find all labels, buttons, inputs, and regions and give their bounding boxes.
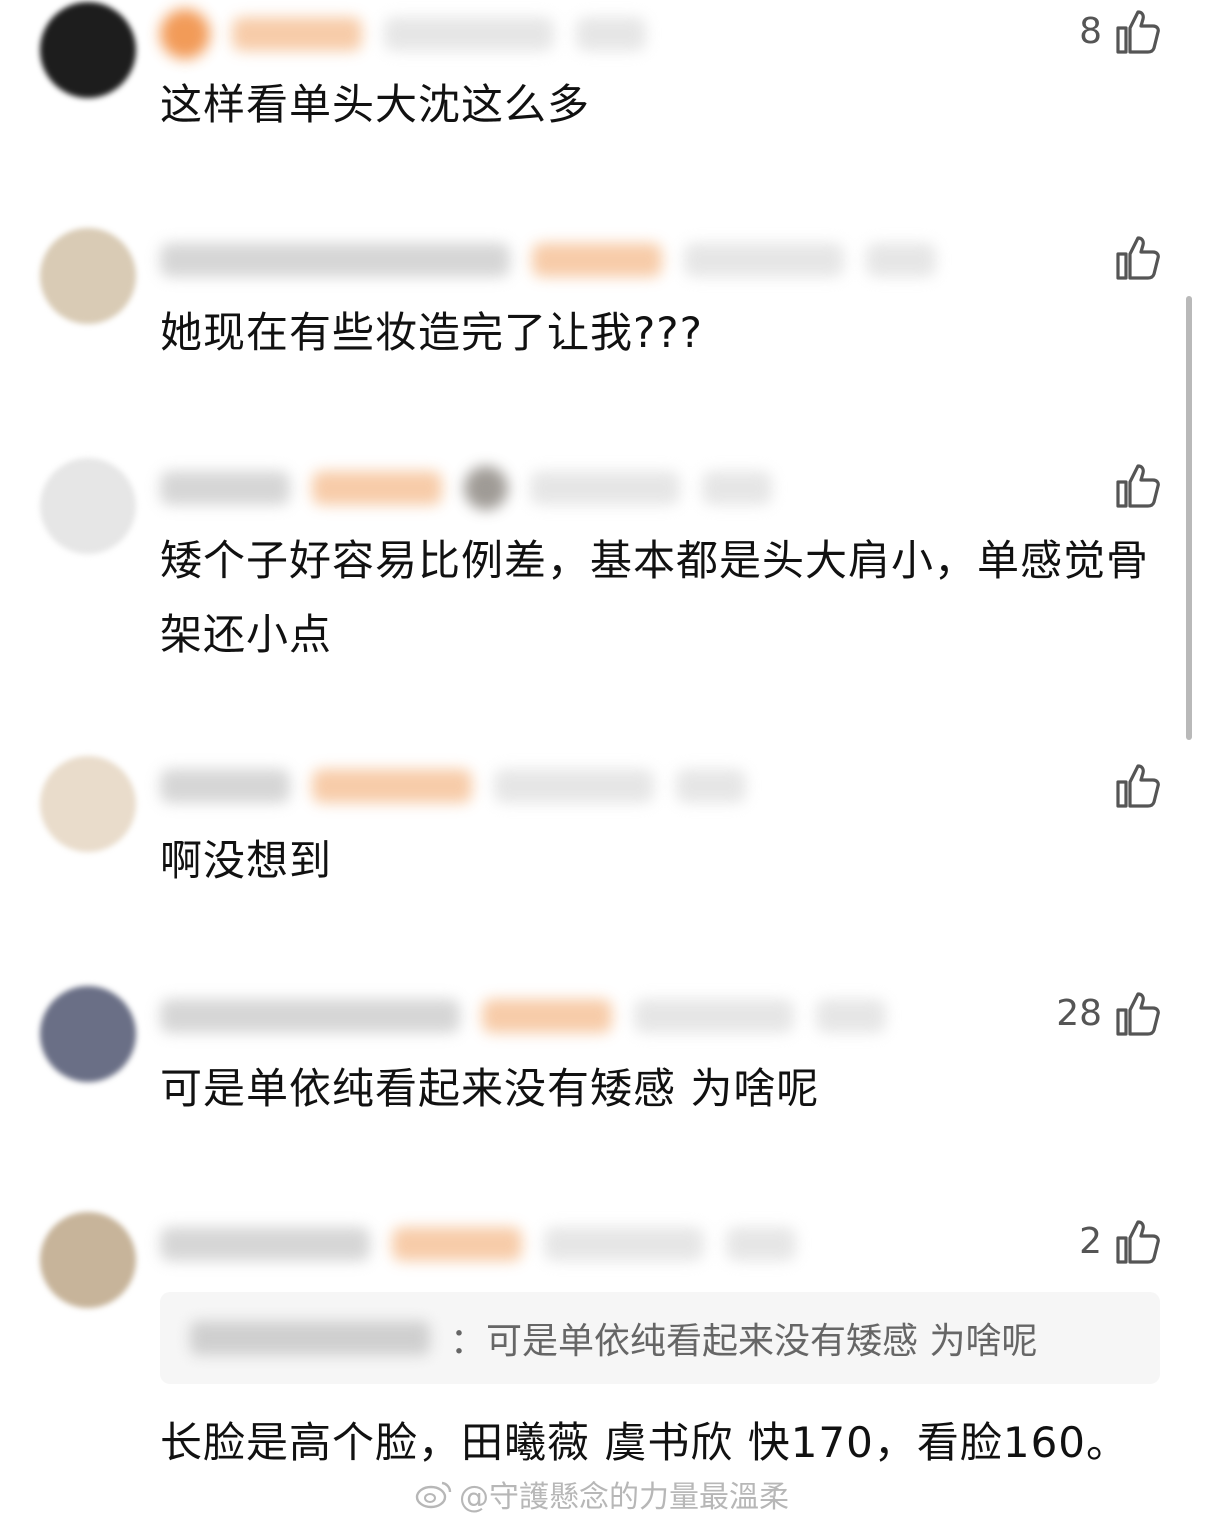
timestamp-blurred <box>544 1227 704 1261</box>
comment-meta <box>160 466 772 510</box>
avatar[interactable] <box>40 228 136 324</box>
thumbs-up-icon <box>1116 236 1160 280</box>
comment-meta <box>160 996 886 1036</box>
timestamp-blurred <box>634 999 794 1033</box>
weibo-logo-icon <box>415 1481 452 1509</box>
like-button[interactable]: 28 <box>1056 990 1162 1038</box>
like-button[interactable] <box>1102 234 1162 282</box>
thumbs-up-icon <box>1116 764 1160 808</box>
location-blurred <box>576 17 646 51</box>
quoted-username-blurred <box>190 1321 430 1355</box>
like-count: 2 <box>1079 1221 1102 1262</box>
badge-image-blurred <box>464 466 508 510</box>
comment-text: 可是单依纯看起来没有矮感 为啥呢 <box>160 1064 820 1113</box>
location-blurred <box>816 999 886 1033</box>
like-count: 28 <box>1056 993 1102 1034</box>
comment-meta <box>160 766 746 806</box>
username-blurred[interactable] <box>160 243 510 277</box>
badge-blurred <box>532 243 662 277</box>
watermark: @守護懸念的力量最溫柔 <box>415 1472 789 1516</box>
like-count: 8 <box>1079 11 1102 52</box>
comment-text: 矮个子好容易比例差，基本都是头大肩小，单感觉骨架还小点 <box>160 536 1150 659</box>
username-blurred[interactable] <box>160 999 460 1033</box>
username-blurred[interactable] <box>232 17 362 51</box>
avatar[interactable] <box>40 1212 136 1308</box>
badge-blurred <box>392 1227 522 1261</box>
like-button[interactable]: 8 <box>1079 8 1162 56</box>
like-button[interactable] <box>1102 762 1162 810</box>
thumbs-up-icon <box>1116 464 1160 508</box>
username-blurred[interactable] <box>160 1227 370 1261</box>
thumbs-up-icon <box>1116 10 1160 54</box>
location-blurred <box>726 1227 796 1261</box>
badge-blurred <box>482 999 612 1033</box>
timestamp-blurred <box>530 471 680 505</box>
badge-blurred <box>312 769 472 803</box>
location-blurred <box>676 769 746 803</box>
thumbs-up-icon <box>1116 992 1160 1036</box>
thumbs-up-icon <box>1116 1220 1160 1264</box>
location-blurred <box>702 471 772 505</box>
badge-blurred <box>312 471 442 505</box>
scrollbar[interactable] <box>1186 296 1192 740</box>
timestamp-blurred <box>494 769 654 803</box>
location-blurred <box>866 243 936 277</box>
quoted-comment-text: ：可是单依纯看起来没有矮感 为啥呢 <box>450 1321 1038 1362</box>
comment-meta <box>160 240 936 280</box>
like-button[interactable] <box>1102 462 1162 510</box>
comment-meta <box>160 1224 796 1264</box>
comment-text: 这样看单头大沈这么多 <box>160 80 591 129</box>
quoted-comment[interactable]: ：可是单依纯看起来没有矮感 为啥呢 <box>160 1292 1160 1384</box>
username-blurred[interactable] <box>160 769 290 803</box>
level-icon <box>160 9 210 59</box>
avatar[interactable] <box>40 986 136 1082</box>
username-blurred[interactable] <box>160 471 290 505</box>
avatar[interactable] <box>40 2 136 98</box>
watermark-text: @守護懸念的力量最溫柔 <box>459 1480 789 1515</box>
comment-text: 她现在有些妆造完了让我??? <box>160 308 703 357</box>
timestamp-blurred <box>384 17 554 51</box>
comment-meta <box>160 9 646 59</box>
timestamp-blurred <box>684 243 844 277</box>
avatar[interactable] <box>40 458 136 554</box>
like-button[interactable]: 2 <box>1079 1218 1162 1266</box>
avatar[interactable] <box>40 756 136 852</box>
comment-text: 长脸是高个脸，田曦薇 虞书欣 快170，看脸160。 <box>160 1418 1130 1467</box>
comment-text: 啊没想到 <box>160 836 333 885</box>
